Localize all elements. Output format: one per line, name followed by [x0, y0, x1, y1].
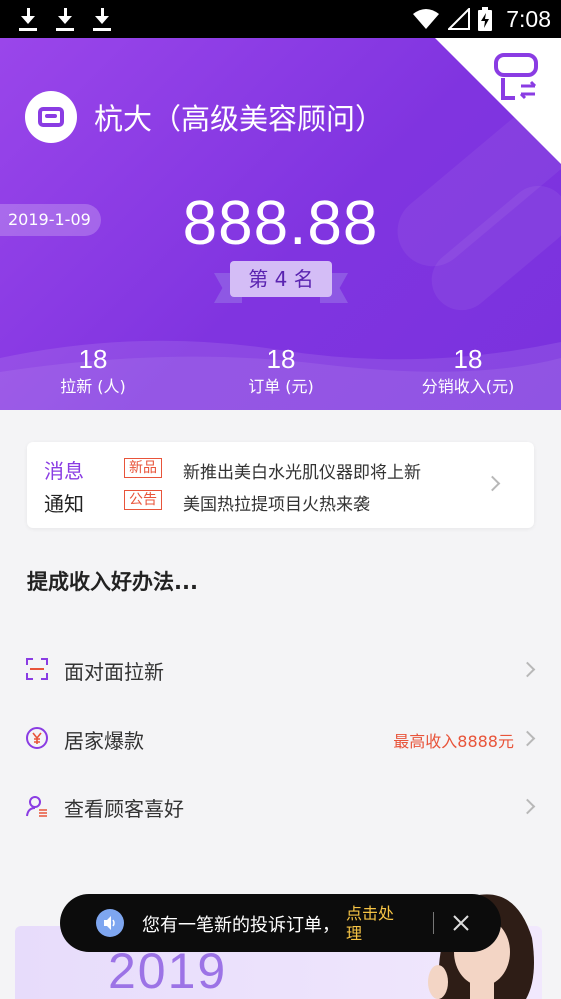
tips-section-title: 提成收入好办法... [27, 570, 198, 594]
stat-value: 18 [78, 344, 108, 374]
chevron-right-icon [519, 730, 536, 747]
store-logo [25, 91, 77, 143]
menu-item-label: 面对面拉新 [64, 660, 164, 684]
speaker-icon [96, 909, 124, 937]
stat-label: 拉新 (人) [60, 377, 126, 396]
status-time: 7:08 [506, 5, 551, 32]
status-bar: 7:08 [0, 0, 561, 38]
yen-icon [26, 727, 48, 749]
signal-icon [448, 8, 471, 30]
stat-value: 18 [453, 344, 483, 374]
toast-action-link[interactable]: 点击处理 [346, 904, 406, 944]
menu-item-customer-preferences[interactable]: 查看顾客喜好 [0, 778, 561, 836]
notice-title-line1: 消息 [44, 459, 84, 483]
close-icon[interactable] [450, 912, 472, 934]
chevron-right-icon [484, 475, 501, 492]
stat-orders[interactable]: 18 订单 (元) [211, 343, 351, 399]
chevron-right-icon [519, 661, 536, 678]
toast-message: 您有一笔新的投诉订单， [142, 915, 340, 936]
stat-value: 18 [266, 344, 296, 374]
user-name-title: 杭大（高级美容顾问） [94, 102, 385, 136]
notice-tag: 公告 [124, 490, 162, 510]
score-value: 888.88 [182, 189, 379, 258]
notice-card[interactable]: 消息 通知 新品 新推出美白水光肌仪器即将上新 公告 美国热拉提项目火热来袭 [27, 442, 534, 528]
stat-label: 订单 (元) [248, 377, 314, 396]
customer-icon [26, 796, 47, 817]
download-icon [55, 6, 75, 32]
rank-ribbon: 第 4 名 [214, 261, 348, 305]
notice-title-line2: 通知 [44, 492, 84, 516]
battery-charging-icon [478, 7, 493, 31]
switch-role-icon[interactable] [493, 52, 539, 104]
chevron-right-icon [519, 798, 536, 815]
complaint-toast: 您有一笔新的投诉订单， 点击处理 [60, 894, 501, 952]
menu-item-label: 查看顾客喜好 [64, 797, 184, 821]
download-icon [92, 6, 112, 32]
max-income-hint: 最高收入8888元 [393, 732, 514, 751]
rank-label: 第 4 名 [230, 261, 332, 297]
download-icon [18, 6, 38, 32]
stat-distribution-income[interactable]: 18 分销收入(元) [398, 343, 538, 399]
stat-new-users[interactable]: 18 拉新 (人) [23, 343, 163, 399]
wifi-icon [413, 9, 440, 29]
store-icon [38, 107, 64, 127]
notice-tag: 新品 [124, 458, 162, 478]
scan-icon [26, 658, 48, 680]
notice-text[interactable]: 美国热拉提项目火热来袭 [183, 490, 370, 515]
profile-header: 杭大（高级美容顾问） 2019-1-09 888.88 第 4 名 18 拉新 … [0, 38, 561, 410]
notice-text[interactable]: 新推出美白水光肌仪器即将上新 [183, 458, 421, 483]
stat-label: 分销收入(元) [421, 377, 515, 396]
menu-item-home-bestseller[interactable]: 居家爆款 最高收入8888元 [0, 710, 561, 768]
menu-item-face-to-face[interactable]: 面对面拉新 [0, 641, 561, 699]
menu-item-label: 居家爆款 [64, 729, 144, 753]
toast-divider [433, 912, 434, 934]
